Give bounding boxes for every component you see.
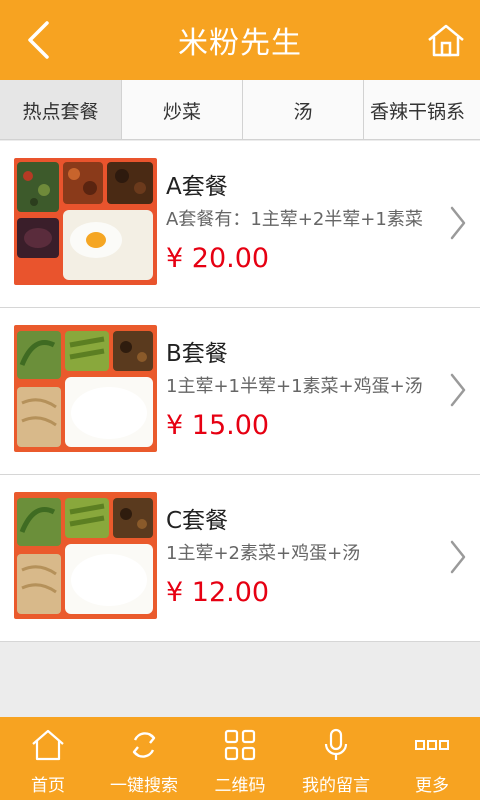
meal-price: ¥ 15.00 bbox=[166, 410, 270, 441]
meal-description: 1主荤+2素菜+鸡蛋+汤 bbox=[166, 543, 361, 564]
list-item[interactable]: C套餐 1主荤+2素菜+鸡蛋+汤 ¥ 12.00 bbox=[0, 475, 480, 642]
nav-search[interactable]: 一键搜索 bbox=[96, 717, 192, 800]
meal-photo-c bbox=[14, 492, 157, 619]
nav-label: 二维码 bbox=[214, 776, 266, 796]
meal-price: ¥ 20.00 bbox=[166, 243, 270, 274]
list-item[interactable]: B套餐 1主荤+1半荤+1素菜+鸡蛋+汤 ¥ 15.00 bbox=[0, 308, 480, 475]
tab-spicy-dry-pot[interactable]: 香辣干锅系 bbox=[364, 80, 480, 139]
nav-label: 更多 bbox=[415, 776, 449, 796]
home-button[interactable] bbox=[424, 18, 468, 62]
page-title: 米粉先生 bbox=[178, 26, 302, 61]
nav-qrcode[interactable]: 二维码 bbox=[192, 717, 288, 800]
bottom-nav: 首页 一键搜索 二维码 我的留言 更多 bbox=[0, 717, 480, 800]
home-icon bbox=[32, 729, 64, 761]
nav-more[interactable]: 更多 bbox=[384, 717, 480, 800]
category-tabs: 热点套餐 炒菜 汤 香辣干锅系 bbox=[0, 80, 480, 140]
app-header: 米粉先生 bbox=[0, 0, 480, 80]
meal-list: A套餐 A套餐有：1主荤+2半荤+1素菜 ¥ 20.00 B套餐 1主荤+1半荤… bbox=[0, 141, 480, 642]
back-chevron-icon bbox=[28, 21, 49, 59]
meal-price: ¥ 12.00 bbox=[166, 577, 270, 608]
tab-stir-fry[interactable]: 炒菜 bbox=[122, 80, 243, 139]
meal-name: C套餐 bbox=[166, 508, 229, 534]
meal-photo-a bbox=[14, 158, 157, 285]
list-item[interactable]: A套餐 A套餐有：1主荤+2半荤+1素菜 ¥ 20.00 bbox=[0, 141, 480, 308]
microphone-icon bbox=[324, 728, 348, 760]
nav-label: 一键搜索 bbox=[110, 776, 178, 796]
sync-icon bbox=[132, 732, 156, 758]
grid-icon bbox=[224, 729, 256, 761]
meal-description: A套餐有：1主荤+2半荤+1素菜 bbox=[166, 209, 423, 230]
meal-name: A套餐 bbox=[166, 174, 228, 200]
nav-label: 首页 bbox=[31, 776, 65, 796]
meal-description: 1主荤+1半荤+1素菜+鸡蛋+汤 bbox=[166, 376, 423, 397]
chevron-right-icon bbox=[450, 206, 466, 240]
back-button[interactable] bbox=[18, 18, 58, 62]
nav-messages[interactable]: 我的留言 bbox=[288, 717, 384, 800]
tab-soup[interactable]: 汤 bbox=[243, 80, 364, 139]
meal-name: B套餐 bbox=[166, 341, 228, 367]
meal-photo-b bbox=[14, 325, 157, 452]
nav-home[interactable]: 首页 bbox=[0, 717, 96, 800]
home-icon bbox=[428, 24, 464, 57]
chevron-right-icon bbox=[450, 373, 466, 407]
tab-hot-sets[interactable]: 热点套餐 bbox=[0, 80, 122, 139]
nav-label: 我的留言 bbox=[302, 776, 370, 796]
chevron-right-icon bbox=[450, 540, 466, 574]
more-icon bbox=[415, 740, 449, 750]
